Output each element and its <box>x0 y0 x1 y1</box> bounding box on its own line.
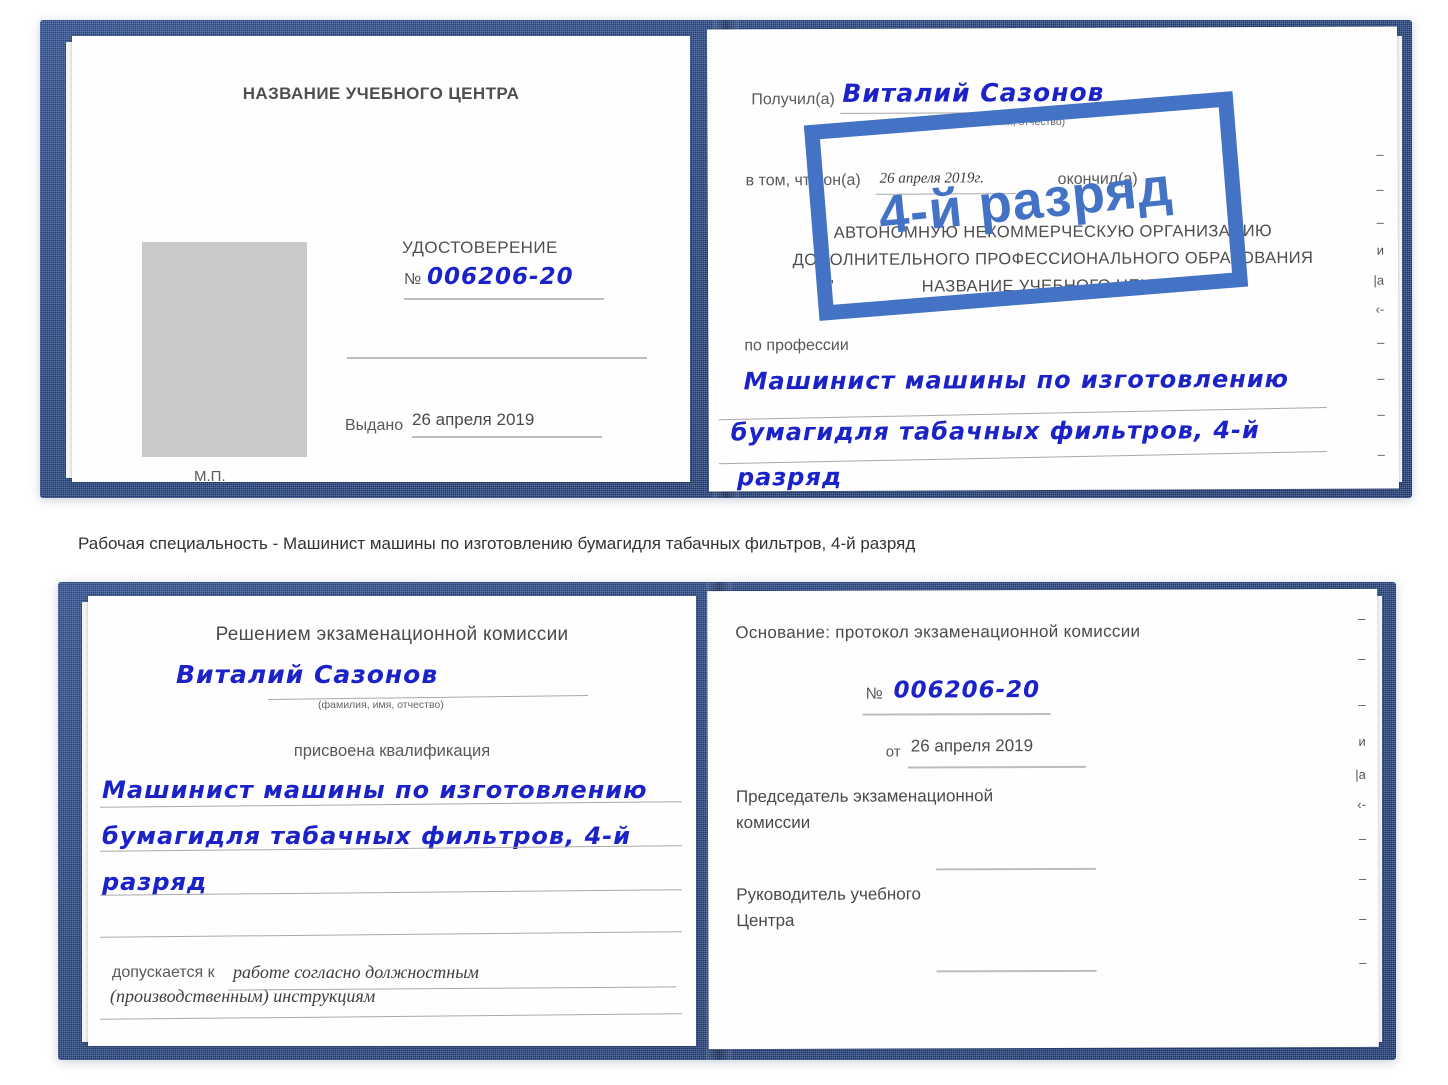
bottom-edge-fragment-5: ‹- <box>1357 796 1366 812</box>
bottom-edge-fragment-9: – <box>1359 954 1367 970</box>
profession-line-1: Машинист машины по изготовлению <box>743 364 1290 396</box>
certificate-number-value: 006206-20 <box>427 264 574 290</box>
issued-date-value: 26 апреля 2019 <box>412 410 535 429</box>
chairman-line-1: Председатель экзаменационной <box>735 786 994 807</box>
admitted-label: допускается к <box>112 964 215 981</box>
certificate-bottom-book: Решением экзаменационной комиссии Витали… <box>58 582 1396 1060</box>
completion-date-value: 26 апреля 2019г. <box>879 170 984 187</box>
edge-fragment-9: – <box>1377 446 1385 462</box>
edge-fragment-4: |а <box>1373 272 1385 288</box>
document-title: УДОСТОВЕРЕНИЕ <box>402 238 558 257</box>
number-underline <box>404 298 604 300</box>
edge-fragment-3: и <box>1376 242 1384 258</box>
qualification-line-3: разряд <box>102 868 208 896</box>
page-caption: Рабочая специальность - Машинист машины … <box>78 534 916 553</box>
issued-underline <box>412 436 602 438</box>
from-date-underline <box>907 765 1086 769</box>
chairman-signature-line <box>936 867 1097 871</box>
holder-name-value: Виталий Сазонов <box>176 660 439 689</box>
commission-decision-heading: Решением экзаменационной комиссии <box>215 624 569 645</box>
bottom-edge-fragment-8: – <box>1359 910 1367 926</box>
bottom-edge-fragment-2: – <box>1358 696 1366 712</box>
holder-name-hint: (фамилия, имя, отчество) <box>318 699 444 711</box>
organization-line-2: ДОПОЛНИТЕЛЬНОГО ПРОФЕССИОНАЛЬНОГО ОБРАЗО… <box>792 248 1314 270</box>
received-name-hint: (фамилия, имя, отчество) <box>939 115 1066 129</box>
profession-line-3: разряд <box>736 462 843 492</box>
bottom-left-page: Решением экзаменационной комиссии Витали… <box>88 596 696 1046</box>
top-left-page: НАЗВАНИЕ УЧЕБНОГО ЦЕНТРА М.П. УДОСТОВЕРЕ… <box>72 36 690 482</box>
admitted-value-1: работе согласно должностным <box>233 962 479 982</box>
top-right-page: Получил(а) Виталий Сазонов (фамилия, имя… <box>706 26 1400 492</box>
received-underline <box>840 111 1103 114</box>
bottom-edge-fragment-6: – <box>1358 830 1367 846</box>
protocol-number-symbol: № <box>865 685 883 703</box>
basis-label: Основание: протокол экзаменационной коми… <box>735 621 1141 643</box>
admitted-rule-2 <box>100 1013 682 1020</box>
head-line-2: Центра <box>736 910 795 931</box>
qualification-rule-4 <box>100 931 682 938</box>
bottom-right-page: Основание: протокол экзаменационной коми… <box>707 588 1379 1050</box>
finished-label: окончил(а) <box>1057 170 1138 188</box>
received-name-value: Виталий Сазонов <box>842 77 1105 108</box>
bottom-edge-fragment-7: – <box>1358 870 1367 886</box>
bottom-edge-fragment-4: |а <box>1355 766 1366 782</box>
received-label: Получил(а) <box>751 90 835 109</box>
qualification-line-1: Машинист машины по изготовлению <box>102 776 648 804</box>
organization-line-3: НАЗВАНИЕ УЧЕБНОГО ЦЕНТРА <box>921 276 1185 296</box>
edge-fragment-0: – <box>1376 146 1384 162</box>
organization-line-1: АВТОНОМНУЮ НЕКОММЕРЧЕСКУЮ ОРГАНИЗАЦИЮ <box>833 222 1273 242</box>
from-label: от <box>885 743 901 761</box>
bottom-edge-fragment-3: и <box>1358 733 1366 749</box>
edge-fragment-1: – <box>1376 181 1384 197</box>
blank-rule-1 <box>347 357 647 359</box>
protocol-number-value: 006206-20 <box>893 677 1041 704</box>
completion-date-underline <box>875 193 1016 195</box>
number-symbol: № <box>404 271 422 288</box>
head-line-1: Руководитель учебного <box>736 884 922 905</box>
bottom-edge-fragment-0: – <box>1358 610 1366 626</box>
edge-fragment-8: – <box>1377 406 1385 422</box>
edge-fragment-7: – <box>1377 370 1385 386</box>
protocol-number-underline <box>862 712 1051 716</box>
chairman-line-2: комиссии <box>735 812 811 833</box>
certificate-top-book: НАЗВАНИЕ УЧЕБНОГО ЦЕНТРА М.П. УДОСТОВЕРЕ… <box>40 20 1412 498</box>
profession-label: по профессии <box>744 336 849 355</box>
edge-fragment-2: – <box>1376 214 1384 230</box>
admitted-value-2: (производственным) инструкциям <box>110 986 376 1006</box>
organization-quote-close: " <box>1213 274 1219 292</box>
photo-placeholder <box>142 242 307 457</box>
edge-fragment-6: – <box>1377 334 1385 350</box>
in-that-label: в том, что он(а) <box>745 171 861 190</box>
organization-quote-open: " <box>828 277 834 295</box>
seal-label: М.П. <box>194 468 226 482</box>
profession-line-2: бумагидля табачных фильтров, 4-й <box>730 416 1260 447</box>
issued-label: Выдано <box>345 417 404 434</box>
training-center-name-heading: НАЗВАНИЕ УЧЕБНОГО ЦЕНТРА <box>242 84 520 103</box>
from-date-value: 26 апреля 2019 <box>910 736 1034 756</box>
head-signature-line <box>936 969 1097 973</box>
qualification-label: присвоена квалификация <box>293 742 491 760</box>
edge-fragment-5: ‹- <box>1375 301 1385 317</box>
bottom-edge-fragment-1: – <box>1358 650 1366 666</box>
